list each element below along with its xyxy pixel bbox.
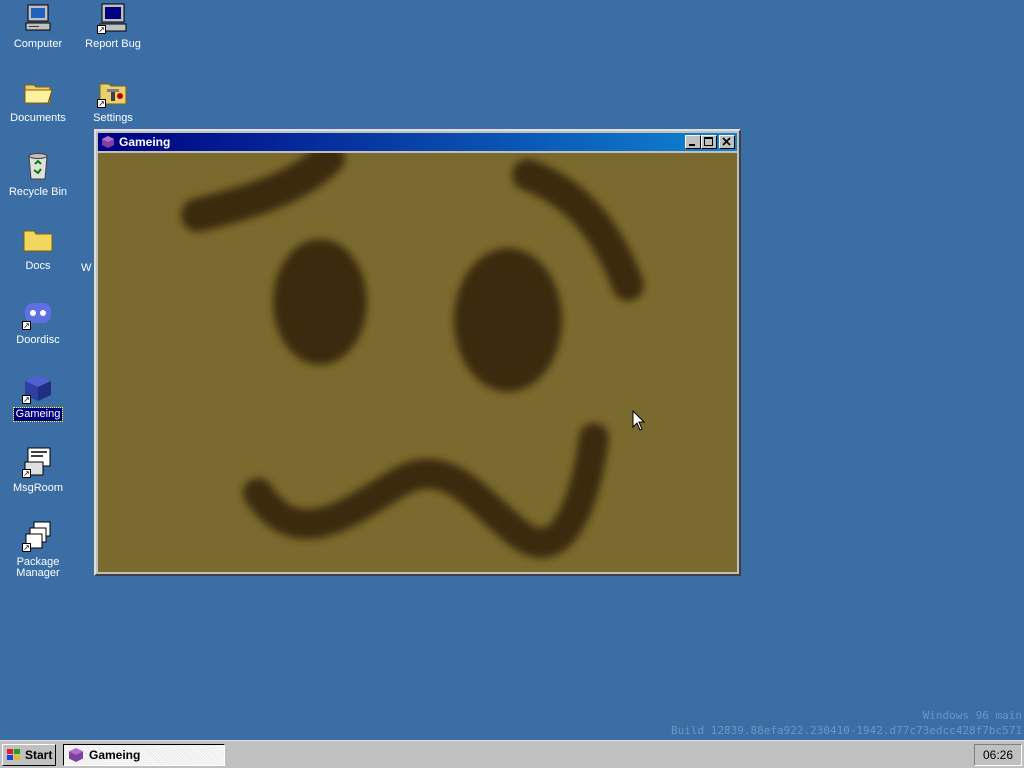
desktop-icon-recycle-bin[interactable]: Recycle Bin	[3, 150, 73, 199]
desktop-icon-docs[interactable]: Docs	[3, 224, 73, 273]
report-bug-icon: ↗	[97, 2, 129, 34]
desktop-icon-label: Doordisc	[16, 334, 60, 346]
watermark-line-edition: Windows 96 main	[922, 709, 1022, 722]
desktop-icon-label: Package Manager	[16, 556, 60, 579]
gameing-cube-icon: ↗	[22, 372, 54, 404]
taskbar-item-label: Gameing	[89, 748, 141, 762]
desktop-icon-doordisc[interactable]: ↗ Doordisc	[3, 298, 73, 347]
taskbar: Start Gameing 06:26	[0, 740, 1024, 768]
watermark-line-build: Build 12839.88efa922.230410-1942.d77c73e…	[671, 724, 1022, 737]
doordisc-icon: ↗	[22, 298, 54, 330]
desktop-icon-documents[interactable]: Documents	[3, 76, 73, 125]
shortcut-arrow-icon: ↗	[22, 469, 31, 478]
desktop-icon-report-bug[interactable]: ↗ Report Bug	[78, 2, 148, 51]
close-button[interactable]	[719, 135, 735, 149]
computer-icon	[22, 2, 54, 34]
clock[interactable]: 06:26	[983, 748, 1013, 762]
gameing-cube-icon	[69, 748, 83, 762]
desktop-icon-label: MsgRoom	[12, 482, 64, 494]
folder-open-icon	[22, 76, 54, 108]
taskbar-item-gameing[interactable]: Gameing	[63, 744, 225, 766]
desktop-icon-label: Gameing	[12, 407, 64, 422]
shortcut-arrow-icon: ↗	[97, 99, 106, 108]
desktop-icon-computer[interactable]: Computer	[3, 2, 73, 51]
gameing-window[interactable]: Gameing	[94, 129, 741, 576]
minimize-icon	[689, 144, 695, 146]
desktop-icon-label: Report Bug	[85, 38, 141, 50]
game-canvas[interactable]	[98, 153, 737, 572]
folder-icon	[22, 224, 54, 256]
settings-icon: ↗	[97, 76, 129, 108]
shortcut-arrow-icon: ↗	[22, 321, 31, 330]
build-watermark: Windows 96 main Build 12839.88efa922.230…	[671, 708, 1022, 738]
window-titlebar[interactable]: Gameing	[98, 133, 737, 151]
close-icon	[722, 137, 731, 146]
msgroom-icon: ↗	[22, 446, 54, 478]
recycle-bin-icon	[22, 150, 54, 182]
system-tray[interactable]: 06:26	[974, 744, 1022, 766]
shortcut-arrow-icon: ↗	[22, 395, 31, 404]
package-manager-icon: ↗	[22, 520, 54, 552]
window-title: Gameing	[119, 135, 171, 149]
start-button[interactable]: Start	[2, 744, 56, 766]
minimize-button[interactable]	[685, 135, 701, 149]
maximize-icon	[704, 137, 713, 146]
desktop-icon-label: Documents	[10, 112, 66, 124]
gameing-cube-icon	[102, 136, 114, 148]
shortcut-arrow-icon: ↗	[97, 25, 106, 34]
desktop-icon-label: Recycle Bin	[8, 186, 68, 198]
worried-face-image	[98, 153, 737, 572]
windows-logo-icon	[7, 749, 20, 760]
desktop-icon-label: Docs	[25, 260, 51, 272]
desktop-icon-label: Settings	[93, 112, 133, 124]
start-label: Start	[25, 748, 53, 762]
desktop-icon-label: Computer	[13, 38, 63, 50]
desktop-icon-settings[interactable]: ↗ Settings	[78, 76, 148, 125]
maximize-button[interactable]	[701, 135, 717, 149]
desktop-icon-gameing[interactable]: ↗ Gameing	[3, 372, 73, 422]
partial-icon-label[interactable]: W	[81, 262, 91, 274]
mouse-cursor-icon	[632, 410, 646, 431]
desktop-icon-package-manager[interactable]: ↗ Package Manager	[3, 520, 73, 580]
desktop-icon-msgroom[interactable]: ↗ MsgRoom	[3, 446, 73, 495]
shortcut-arrow-icon: ↗	[22, 543, 31, 552]
